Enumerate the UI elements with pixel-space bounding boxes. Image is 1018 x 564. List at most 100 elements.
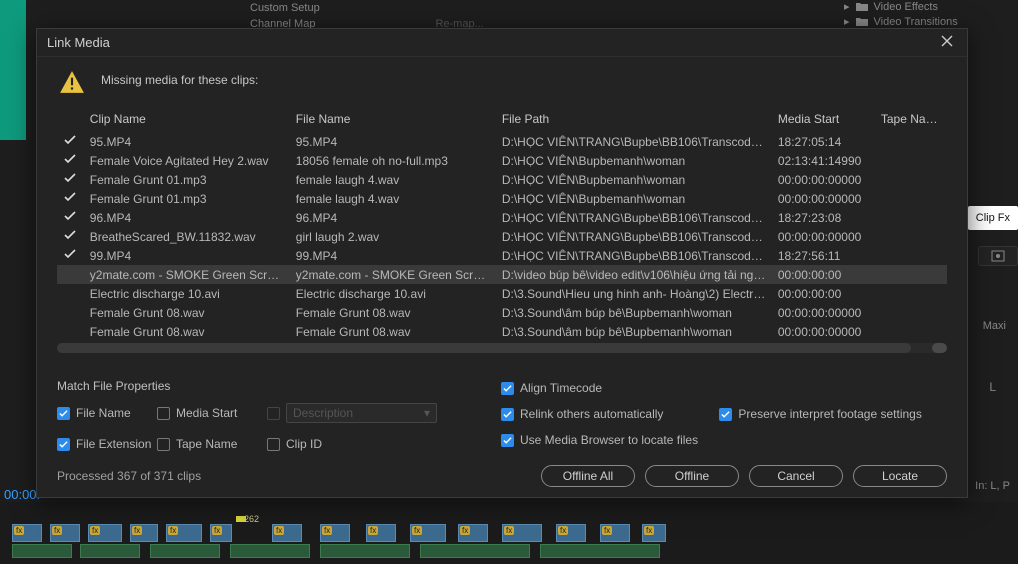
cell-clip-name: Female Voice Agitated Hey 2.wav (84, 151, 290, 170)
timeline-clip[interactable]: fx (50, 524, 80, 542)
timeline-clip[interactable]: fx (272, 524, 302, 542)
cell-file-path: D:\HỌC VIÊN\Bupbemanh\woman (496, 170, 772, 189)
check-file-name[interactable]: File Name (57, 406, 157, 420)
dialog-titlebar: Link Media (37, 29, 967, 57)
check-clip-id[interactable]: Clip ID (267, 437, 437, 451)
table-row[interactable]: Female Grunt 08.wavFemale Grunt 08.wavD:… (57, 303, 947, 322)
cell-clip-name: Female Grunt 08.wav (84, 322, 290, 341)
table-row[interactable]: y2mate.com - SMOKE Green Screen Effy2mat… (57, 265, 947, 284)
timeline-clip[interactable]: fx (130, 524, 158, 542)
timeline-clip[interactable]: fx (458, 524, 488, 542)
cell-tape-name (875, 303, 947, 322)
offline-all-button[interactable]: Offline All (541, 465, 635, 487)
timeline-clip[interactable]: fx (410, 524, 446, 542)
description-select: Description ▾ (286, 403, 437, 423)
cell-clip-name: 96.MP4 (84, 208, 290, 227)
timeline-audio-clip[interactable] (540, 544, 660, 558)
check-file-extension[interactable]: File Extension (57, 437, 157, 451)
timeline-clip[interactable]: fx (556, 524, 586, 542)
check-label: Media Start (176, 406, 237, 420)
table-row[interactable]: Female Grunt 08.wavFemale Grunt 08.wavD:… (57, 322, 947, 341)
row-check (57, 227, 84, 246)
cell-file-path: D:\HỌC VIÊN\TRANG\Bupbe\BB106\Transcoded… (496, 227, 772, 246)
processed-status: Processed 367 of 371 clips (57, 469, 201, 483)
timeline-audio-clip[interactable] (150, 544, 220, 558)
cell-tape-name (875, 208, 947, 227)
check-label: File Extension (76, 437, 151, 451)
table-row[interactable]: Female Grunt 01.mp3female laugh 4.wavD:\… (57, 170, 947, 189)
check-preserve-interpret[interactable]: Preserve interpret footage settings (719, 407, 921, 421)
cell-file-path: D:\HỌC VIÊN\TRANG\Bupbe\BB106\Transcoded… (496, 246, 772, 265)
col-clip-name[interactable]: Clip Name (84, 110, 290, 132)
match-title: Match File Properties (57, 379, 477, 393)
cell-tape-name (875, 246, 947, 265)
cell-media-start: 00:00:00:00000 (772, 170, 875, 189)
timeline-clip[interactable]: fx (12, 524, 42, 542)
close-button[interactable] (937, 33, 957, 52)
cell-file-name: girl laugh 2.wav (290, 227, 496, 246)
chevron-right-icon: ▸ (844, 0, 850, 13)
video-transitions-label[interactable]: Video Transitions (874, 16, 958, 28)
effects-panel: ▸ Video Effects ▸ Video Transitions (814, 0, 1018, 28)
check-align-timecode[interactable]: Align Timecode (501, 381, 947, 395)
col-media-start[interactable]: Media Start (772, 110, 875, 132)
table-row[interactable]: 96.MP496.MP4D:\HỌC VIÊN\TRANG\Bupbe\BB10… (57, 208, 947, 227)
cell-tape-name (875, 189, 947, 208)
check-label: Preserve interpret footage settings (738, 407, 921, 421)
clips-table: Clip Name File Name File Path Media Star… (57, 110, 947, 367)
cell-tape-name (875, 227, 947, 246)
timeline-audio-clip[interactable] (12, 544, 72, 558)
timeline-audio-clip[interactable] (230, 544, 310, 558)
cell-clip-name: 99.MP4 (84, 246, 290, 265)
cell-clip-name: BreatheScared_BW.11832.wav (84, 227, 290, 246)
col-file-path[interactable]: File Path (496, 110, 772, 132)
row-check (57, 246, 84, 265)
timeline-audio-clip[interactable] (320, 544, 410, 558)
timeline-audio-clip[interactable] (80, 544, 140, 558)
effect-controls-button[interactable] (978, 246, 1018, 266)
table-row[interactable]: 99.MP499.MP4D:\HỌC VIÊN\TRANG\Bupbe\BB10… (57, 246, 947, 265)
check-relink-auto[interactable]: Relink others automatically (501, 407, 663, 421)
cell-media-start: 18:27:56:11 (772, 246, 875, 265)
maxi-label: Maxi (983, 320, 1006, 332)
timeline-clip[interactable]: fx (88, 524, 122, 542)
check-label: Clip ID (286, 437, 322, 451)
timeline-clip[interactable]: fx (502, 524, 542, 542)
timeline-clip[interactable]: fx (600, 524, 630, 542)
col-file-name[interactable]: File Name (290, 110, 496, 132)
cell-media-start: 00:00:00:00000 (772, 189, 875, 208)
timeline-clip[interactable]: fx (210, 524, 232, 542)
row-check (57, 284, 84, 303)
table-row[interactable]: Female Voice Agitated Hey 2.wav18056 fem… (57, 151, 947, 170)
cancel-button[interactable]: Cancel (749, 465, 843, 487)
cell-tape-name (875, 322, 947, 341)
table-row[interactable]: 95.MP495.MP4D:\HỌC VIÊN\TRANG\Bupbe\BB10… (57, 132, 947, 151)
table-h-scrollbar[interactable] (57, 343, 947, 353)
check-tape-name[interactable]: Tape Name (157, 437, 267, 451)
table-row[interactable]: Electric discharge 10.aviElectric discha… (57, 284, 947, 303)
table-row[interactable]: Female Grunt 01.mp3female laugh 4.wavD:\… (57, 189, 947, 208)
cell-file-name: 18056 female oh no-full.mp3 (290, 151, 496, 170)
col-tape-name[interactable]: Tape Name (875, 110, 947, 132)
timeline-clip[interactable]: fx (320, 524, 350, 542)
locate-button[interactable]: Locate (853, 465, 947, 487)
timeline-clip[interactable]: fx (166, 524, 202, 542)
video-effects-label[interactable]: Video Effects (874, 1, 938, 13)
timeline-tracks[interactable]: fx fx fx fx fx fx 262 fx fx fx fx fx fx … (0, 514, 1018, 564)
in-label: In: L, P (975, 480, 1010, 492)
cell-clip-name: Female Grunt 01.mp3 (84, 170, 290, 189)
cell-media-start: 18:27:23:08 (772, 208, 875, 227)
offline-button[interactable]: Offline (645, 465, 739, 487)
timeline-audio-clip[interactable] (420, 544, 530, 558)
check-use-media-browser[interactable]: Use Media Browser to locate files (501, 433, 947, 447)
cell-file-name: 99.MP4 (290, 246, 496, 265)
check-media-start[interactable]: Media Start (157, 406, 267, 420)
chevron-right-icon: ▸ (844, 15, 850, 28)
check-label: Align Timecode (520, 381, 602, 395)
timeline[interactable]: fx fx fx fx fx fx 262 fx fx fx fx fx fx … (0, 502, 1018, 564)
table-row[interactable]: BreatheScared_BW.11832.wavgirl laugh 2.w… (57, 227, 947, 246)
timeline-clip[interactable]: fx (366, 524, 396, 542)
cell-tape-name (875, 284, 947, 303)
timeline-clip[interactable]: fx (642, 524, 666, 542)
cell-file-name: Electric discharge 10.avi (290, 284, 496, 303)
